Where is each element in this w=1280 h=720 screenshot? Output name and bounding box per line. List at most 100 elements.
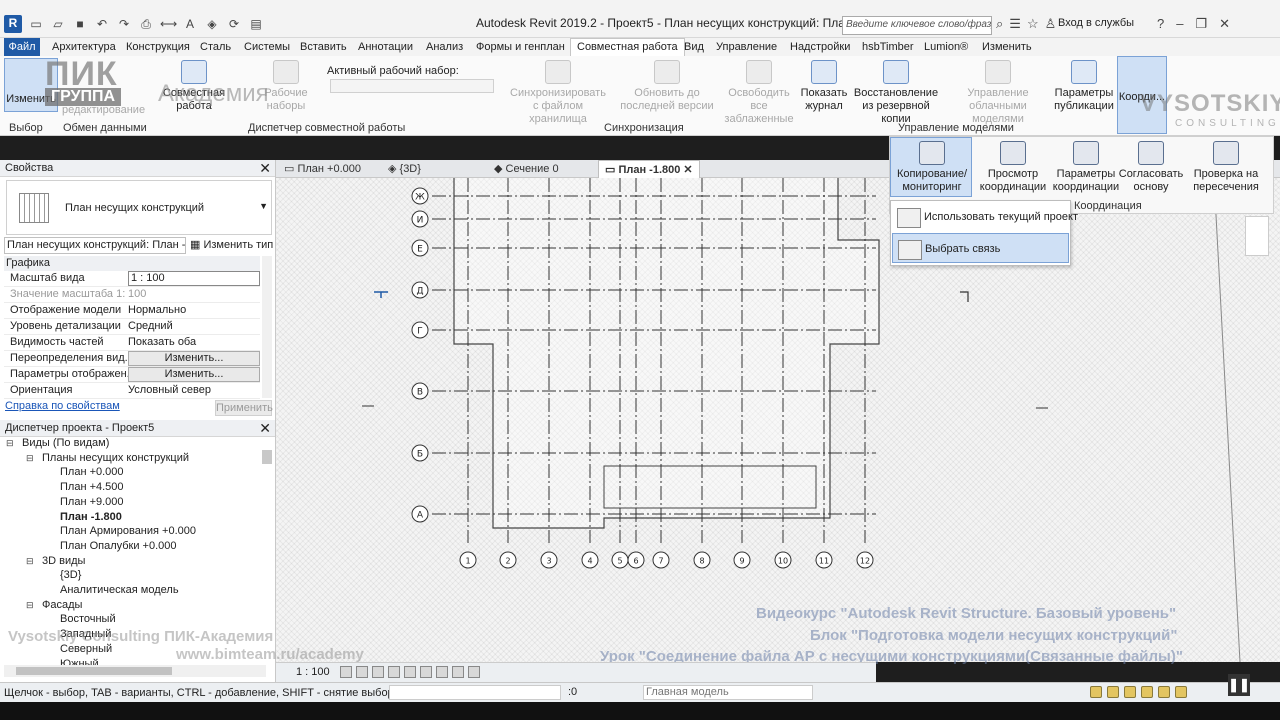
tab-file[interactable]: Файл bbox=[4, 38, 40, 56]
user-icon[interactable]: ♙ bbox=[1045, 16, 1057, 32]
visual-style-icon[interactable] bbox=[356, 666, 368, 678]
interference-check-button[interactable]: Проверка на пересечения bbox=[1188, 141, 1264, 194]
login-link[interactable]: Вход в службы bbox=[1058, 17, 1134, 29]
properties-help-link[interactable]: Справка по свойствам bbox=[5, 400, 120, 412]
tab-manage[interactable]: Управление bbox=[716, 41, 777, 53]
manage-models-panel-label[interactable]: Управление моделями bbox=[898, 122, 1014, 134]
tree-item[interactable]: Виды (По видам) bbox=[22, 437, 109, 449]
view-tab-section[interactable]: ◆ Сечение 0 bbox=[494, 162, 559, 175]
property-row[interactable]: Ориентация Условный север bbox=[4, 383, 260, 399]
tab-modify[interactable]: Изменить bbox=[982, 41, 1032, 53]
tree-item[interactable]: План +4.500 bbox=[60, 481, 124, 493]
property-row[interactable]: Масштаб вида 1 : 100 bbox=[4, 271, 260, 287]
site-boundary[interactable] bbox=[1213, 178, 1241, 662]
graphic-display-edit-button[interactable]: Изменить... bbox=[128, 367, 260, 382]
temporary-hide-icon[interactable] bbox=[436, 666, 448, 678]
property-value[interactable]: Показать оба bbox=[128, 336, 260, 348]
graphics-category[interactable]: Графика bbox=[4, 256, 260, 271]
property-row[interactable]: Переопределения вид... Изменить... bbox=[4, 351, 260, 367]
select-underlay-icon[interactable] bbox=[1107, 686, 1119, 698]
manage-cloud-button[interactable]: Управление облачными моделями bbox=[942, 60, 1054, 126]
tab-structure[interactable]: Конструкция bbox=[126, 41, 190, 53]
select-links-icon[interactable] bbox=[1090, 686, 1102, 698]
show-history-button[interactable]: Показать журнал bbox=[800, 60, 848, 113]
design-option-select[interactable]: Главная модель bbox=[643, 685, 813, 700]
tab-architecture[interactable]: Архитектура bbox=[52, 41, 116, 53]
filter-icon[interactable] bbox=[1175, 686, 1187, 698]
tree-item[interactable]: План +0.000 bbox=[60, 466, 124, 478]
active-workset-select[interactable] bbox=[330, 79, 494, 93]
reveal-hidden-icon[interactable] bbox=[452, 666, 464, 678]
use-current-project-item[interactable]: Использовать текущий проект bbox=[892, 202, 1078, 232]
tree-toggle-icon[interactable]: ⊟ bbox=[26, 453, 34, 464]
drag-elements-icon[interactable] bbox=[1158, 686, 1170, 698]
browser-hscrollbar[interactable] bbox=[4, 665, 266, 677]
section-marker-right[interactable] bbox=[960, 291, 969, 302]
building-outline[interactable] bbox=[453, 178, 880, 529]
property-row[interactable]: Отображение модели Нормально bbox=[4, 303, 260, 319]
reconcile-hosting-button[interactable]: Согласовать основу bbox=[1118, 141, 1184, 194]
restore-backup-button[interactable]: Восстановление из резервной копии bbox=[850, 60, 942, 126]
view-scale[interactable]: 1 : 100 bbox=[296, 666, 330, 678]
type-selector[interactable]: План несущих конструкций ▼ bbox=[6, 180, 272, 235]
apply-button[interactable]: Применить bbox=[215, 400, 273, 416]
tab-annotate[interactable]: Аннотации bbox=[358, 41, 413, 53]
property-value[interactable]: Нормально bbox=[128, 304, 260, 316]
3d-icon[interactable]: ◈ bbox=[204, 16, 220, 32]
tree-item[interactable]: План Армирования +0.000 bbox=[60, 525, 196, 537]
undo-icon[interactable]: ↶ bbox=[94, 16, 110, 32]
tree-item[interactable]: Фасады bbox=[42, 599, 82, 611]
view-tab-plan-0[interactable]: ▭ План +0.000 bbox=[284, 162, 361, 175]
detail-level-icon[interactable] bbox=[340, 666, 352, 678]
show-crop-icon[interactable] bbox=[420, 666, 432, 678]
view-scale-input[interactable]: 1 : 100 bbox=[128, 271, 260, 286]
switch-windows-icon[interactable]: ▤ bbox=[248, 16, 264, 32]
tree-item[interactable]: Планы несущих конструкций bbox=[42, 452, 189, 464]
sync-icon[interactable]: ⟳ bbox=[226, 16, 242, 32]
drawing-canvas[interactable]: Ж И Е Д Г В Б А 1 2 3 4 5 6 7 8 9 10 11 12 bbox=[276, 178, 1280, 662]
redo-icon[interactable]: ↷ bbox=[116, 16, 132, 32]
select-pinned-icon[interactable] bbox=[1124, 686, 1136, 698]
print-icon[interactable]: ⎙ bbox=[138, 16, 154, 32]
close-properties-icon[interactable]: ✕ bbox=[259, 160, 271, 176]
search-input[interactable]: Введите ключевое слово/фразу bbox=[842, 16, 992, 35]
sync-button[interactable]: Синхронизировать с файлом хранилища bbox=[506, 60, 610, 126]
coordination-review-button[interactable]: Просмотр координации bbox=[978, 141, 1048, 194]
structural-plan[interactable]: ЖИЕДГВБА1 2 3 4 5 6 7 8 9 10 11 12 bbox=[276, 178, 1280, 662]
text-icon[interactable]: A bbox=[182, 16, 198, 32]
measure-icon[interactable]: ⟷ bbox=[160, 16, 177, 32]
select-panel-label[interactable]: Выбор bbox=[9, 122, 43, 134]
navigation-bar[interactable] bbox=[1245, 216, 1269, 256]
view-tab-plan-minus-1800[interactable]: ▭ План -1.800 ✕ bbox=[598, 160, 700, 179]
pause-icon[interactable]: ❚❚ bbox=[1228, 674, 1250, 696]
status-workset-select[interactable] bbox=[389, 685, 561, 700]
sync-panel-label[interactable]: Синхронизация bbox=[604, 122, 684, 134]
tab-view[interactable]: Вид bbox=[684, 41, 704, 53]
select-by-face-icon[interactable] bbox=[1141, 686, 1153, 698]
help-icon[interactable]: ? bbox=[1157, 16, 1164, 32]
tab-insert[interactable]: Вставить bbox=[300, 41, 347, 53]
tree-item[interactable]: Восточный bbox=[60, 613, 116, 625]
tab-addins[interactable]: Надстройки bbox=[790, 41, 850, 53]
open-icon[interactable]: ▭ bbox=[28, 16, 44, 32]
restore-icon[interactable]: ❐ bbox=[1195, 16, 1207, 32]
tree-toggle-icon[interactable]: ⊟ bbox=[6, 438, 14, 449]
tree-item[interactable]: 3D виды bbox=[42, 555, 85, 567]
instance-selector[interactable]: План несущих конструкций: План - bbox=[4, 237, 186, 254]
tree-toggle-icon[interactable]: ⊟ bbox=[26, 600, 34, 611]
tree-item[interactable]: План -1.800 bbox=[60, 511, 122, 523]
chevron-down-icon[interactable]: ▼ bbox=[259, 201, 268, 211]
favorites-icon[interactable]: ☆ bbox=[1027, 16, 1039, 32]
select-link-item[interactable]: Выбрать связь bbox=[892, 233, 1069, 263]
sun-path-icon[interactable] bbox=[372, 666, 384, 678]
browser-scrollbar[interactable] bbox=[262, 450, 272, 464]
property-row[interactable]: Уровень детализации Средний bbox=[4, 319, 260, 335]
vg-overrides-edit-button[interactable]: Изменить... bbox=[128, 351, 260, 366]
section-marker-left[interactable] bbox=[374, 291, 388, 298]
save-icon[interactable]: ■ bbox=[72, 16, 88, 32]
analytical-model-icon[interactable] bbox=[468, 666, 480, 678]
close-tab-icon[interactable]: ✕ bbox=[683, 164, 692, 176]
binoculars-icon[interactable]: ⌕ bbox=[996, 16, 1003, 32]
reload-latest-button[interactable]: Обновить до последней версии bbox=[614, 60, 720, 113]
tab-massing[interactable]: Формы и генплан bbox=[476, 41, 565, 53]
